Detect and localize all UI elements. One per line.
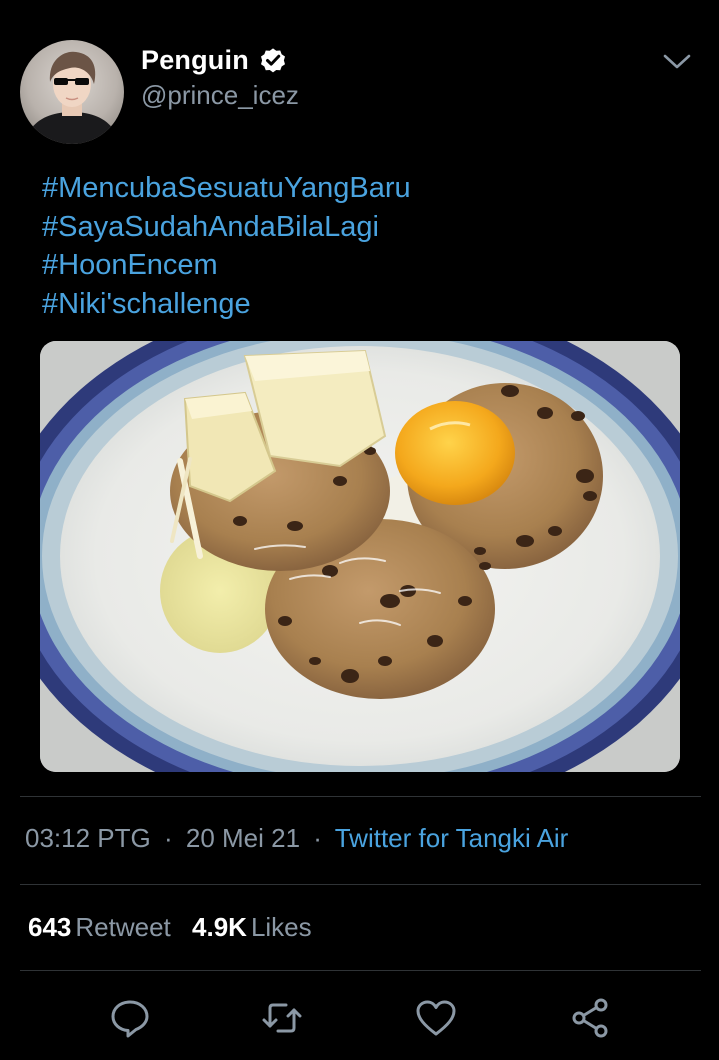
divider [20, 884, 701, 885]
retweet-count-link[interactable]: 643 Retweet [28, 912, 178, 942]
tweet-stats: 643 Retweet 4.9K Likes [28, 912, 312, 943]
divider [20, 970, 701, 971]
likes-count: 4.9K [192, 912, 247, 942]
user-handle: @prince_icez [141, 80, 299, 110]
like-icon[interactable] [414, 996, 458, 1040]
display-name-row: Penguin [141, 42, 299, 78]
reply-icon[interactable] [108, 996, 152, 1040]
avatar-image [24, 51, 120, 144]
tweet-date: 20 Mei 21 [185, 823, 301, 853]
chevron-down-icon[interactable] [660, 50, 694, 74]
tweet-meta: 03:12 PTG · 20 Mei 21 · Twitter for Tang… [25, 823, 568, 854]
display-name: Penguin [141, 44, 249, 75]
retweet-label: Retweet [75, 912, 171, 942]
avatar[interactable] [20, 40, 124, 144]
tweet-action-bar [0, 996, 719, 1044]
share-icon[interactable] [568, 996, 612, 1040]
meta-separator: · [313, 823, 322, 853]
tweet-media-image[interactable] [40, 341, 680, 772]
retweet-icon[interactable] [260, 996, 304, 1040]
tweet-source-link[interactable]: Twitter for Tangki Air [335, 823, 569, 853]
retweet-count: 643 [28, 912, 72, 942]
hashtag-link[interactable]: #MencubaSesuatuYangBaru [42, 169, 682, 208]
hashtag-link[interactable]: #SayaSudahAndaBilaLagi [42, 208, 682, 247]
verified-badge-icon [258, 45, 288, 75]
tweet-time: 03:12 PTG [25, 823, 151, 853]
hashtag-link[interactable]: #HoonEncem [42, 246, 682, 285]
likes-label: Likes [250, 912, 312, 942]
likes-count-link[interactable]: 4.9K Likes [192, 912, 312, 942]
hashtag-link[interactable]: #Niki'schallenge [42, 285, 682, 324]
tweet-text: #MencubaSesuatuYangBaru #SayaSudahAndaBi… [42, 169, 682, 323]
author-block[interactable]: Penguin @prince_icez [141, 42, 299, 111]
tweet-detail: Penguin @prince_icez #MencubaSesuatuYang… [0, 0, 719, 1060]
meta-separator: · [163, 823, 173, 853]
divider [20, 796, 701, 797]
